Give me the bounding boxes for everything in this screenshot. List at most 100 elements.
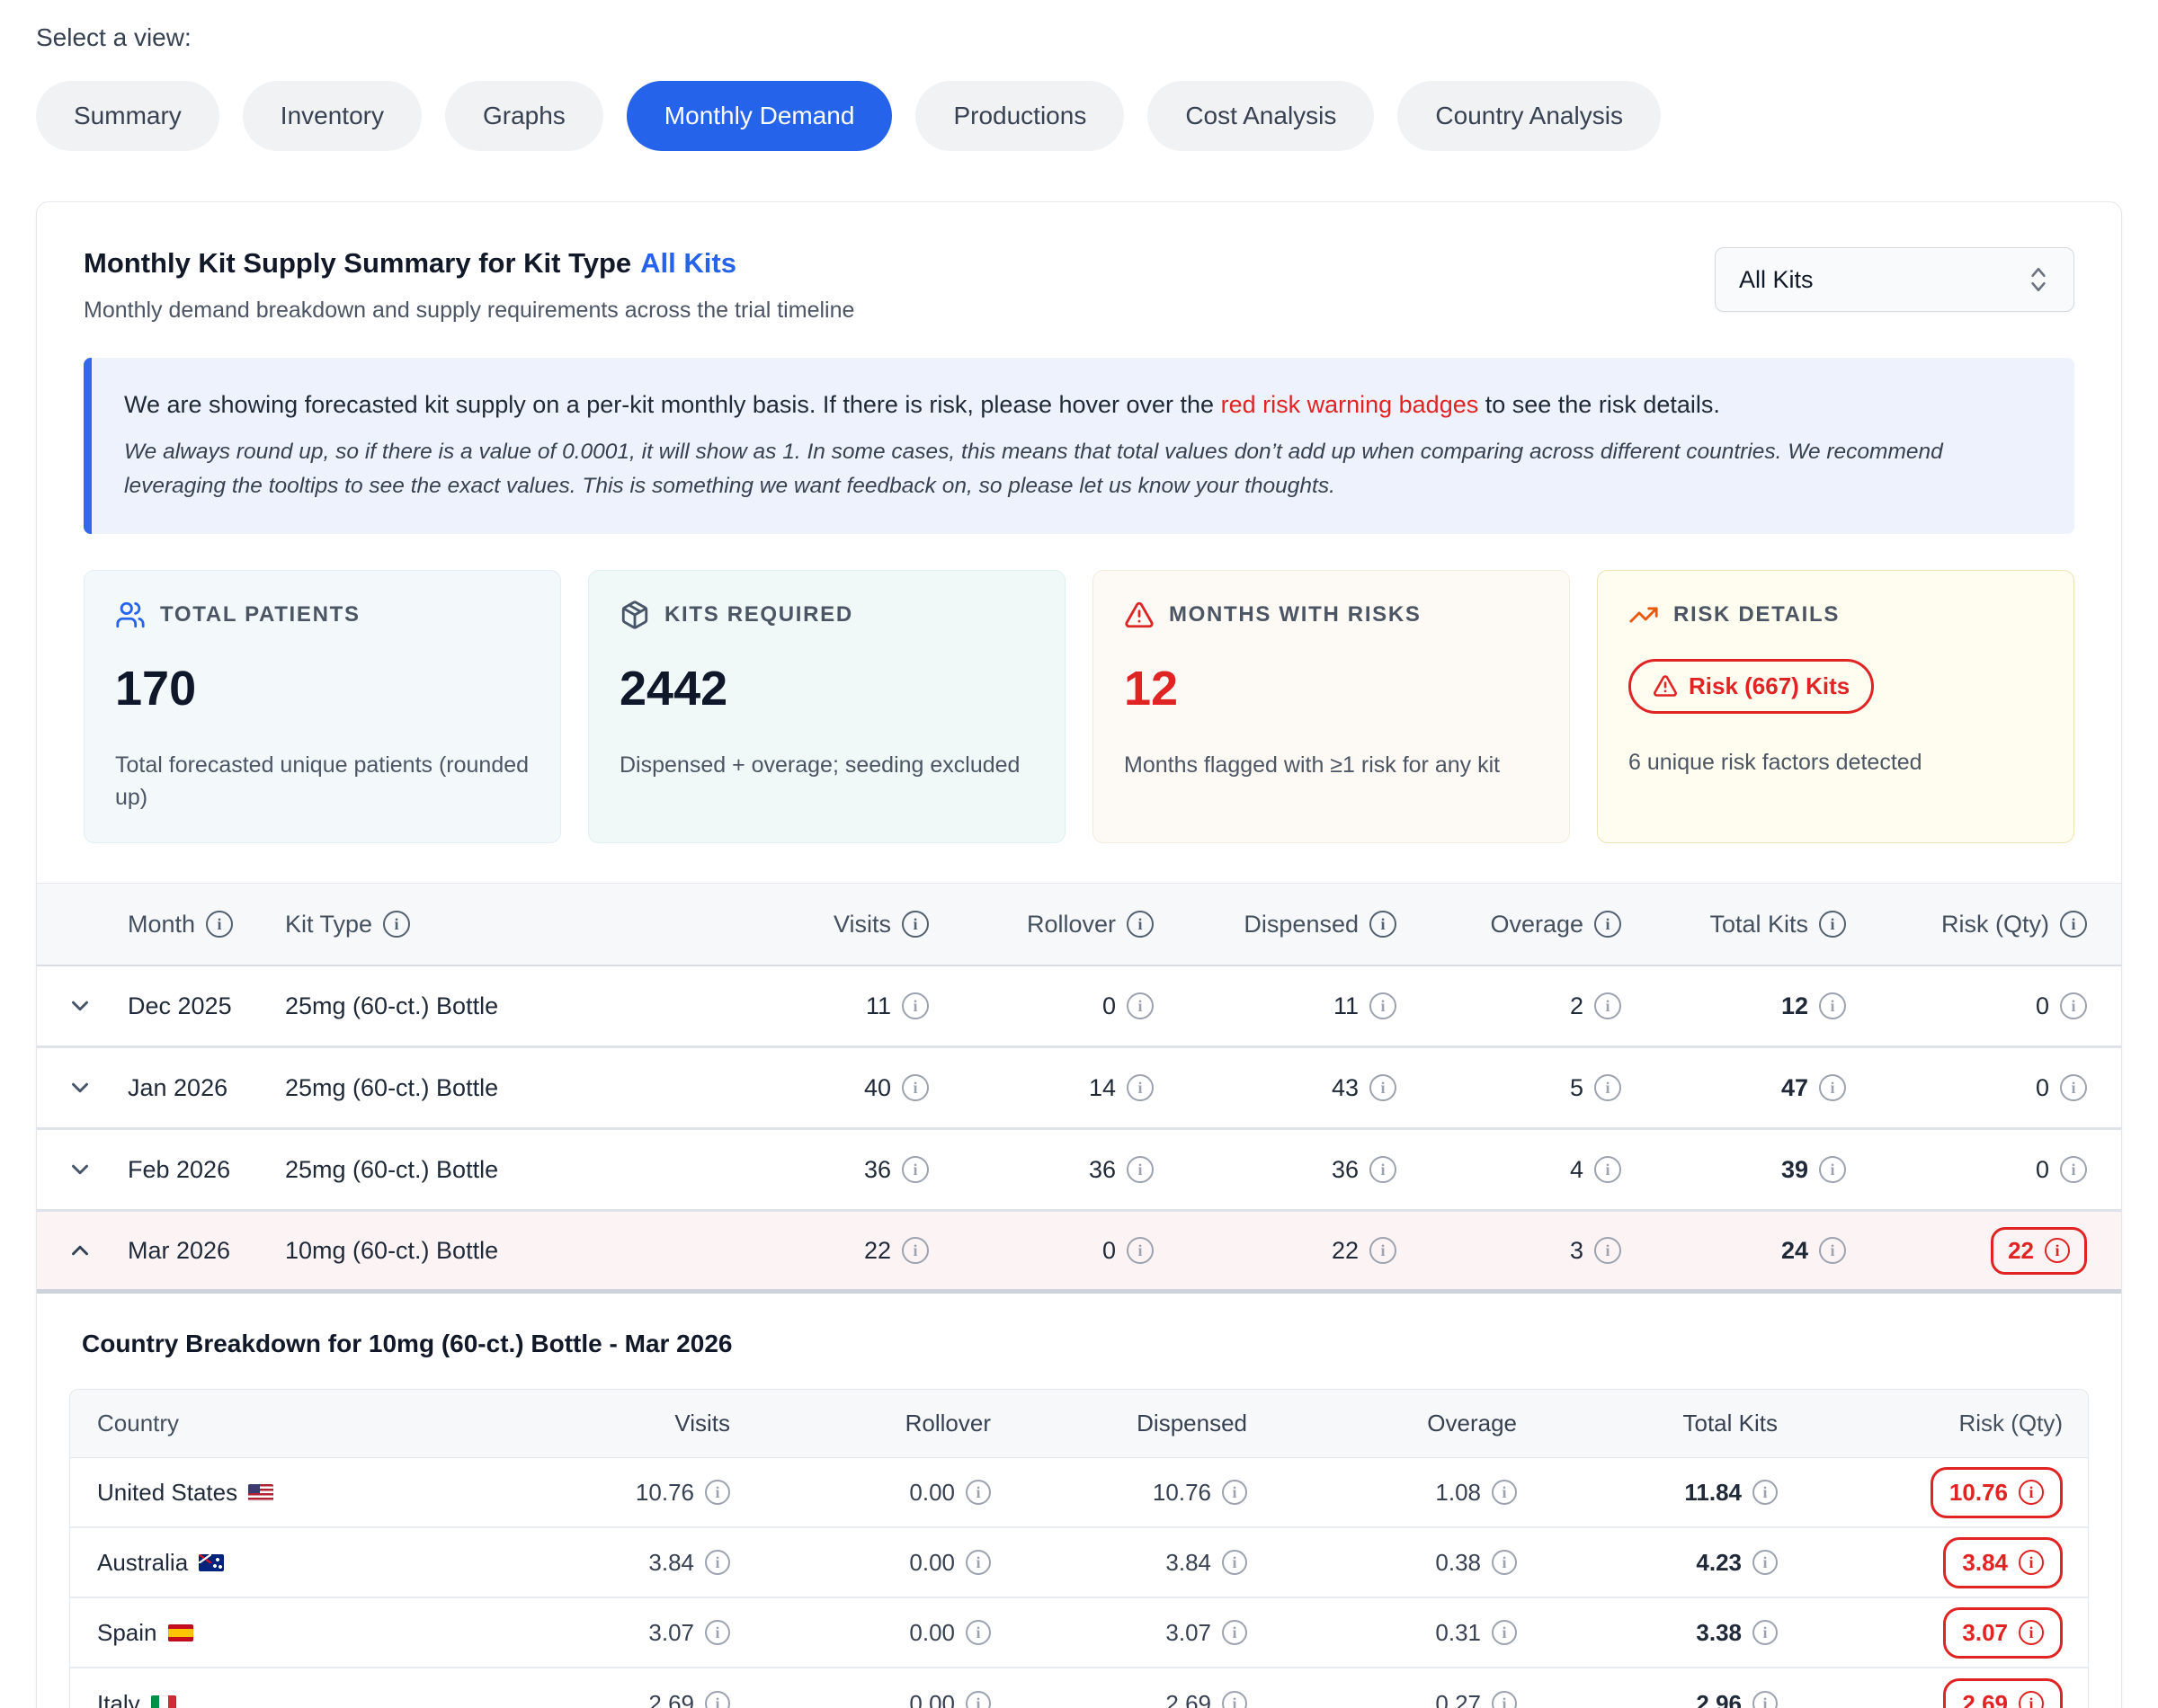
monthly-demand-card: Monthly Kit Supply Summary for Kit TypeA… bbox=[36, 201, 2122, 1708]
info-icon[interactable] bbox=[705, 1691, 730, 1708]
chevron-down-icon[interactable] bbox=[67, 1156, 94, 1183]
tab-productions[interactable]: Productions bbox=[915, 81, 1124, 151]
table-row-feb-2026[interactable]: Feb 2026 25mg (60-ct.) Bottle 36 36 36 4… bbox=[37, 1130, 2121, 1212]
info-icon[interactable] bbox=[1819, 1156, 1846, 1183]
info-icon[interactable] bbox=[966, 1480, 991, 1505]
dispensed-cell: 11 bbox=[1333, 992, 1359, 1020]
info-icon[interactable] bbox=[902, 1237, 929, 1264]
visits-cell: 10.76 bbox=[636, 1479, 694, 1507]
info-icon[interactable] bbox=[1127, 1156, 1154, 1183]
table-row-dec-2025[interactable]: Dec 2025 25mg (60-ct.) Bottle 11 0 11 2 … bbox=[37, 966, 2121, 1048]
tab-country-analysis[interactable]: Country Analysis bbox=[1397, 81, 1661, 151]
info-icon bbox=[2019, 1620, 2044, 1645]
risk-warning-badge[interactable]: 10.76 bbox=[1931, 1467, 2063, 1518]
country-table-header: Country Visits Rollover Dispensed Overag… bbox=[70, 1390, 2088, 1458]
risk-cell: 0 bbox=[2036, 992, 2049, 1020]
country-row-australia: Australia 3.84 0.00 3.84 0.38 4.23 3.84 bbox=[70, 1528, 2088, 1598]
info-icon[interactable] bbox=[1369, 1156, 1396, 1183]
info-icon[interactable] bbox=[1594, 1074, 1621, 1101]
info-icon[interactable] bbox=[1222, 1550, 1247, 1575]
info-icon[interactable] bbox=[2060, 992, 2087, 1019]
info-icon[interactable] bbox=[1222, 1620, 1247, 1645]
tab-inventory[interactable]: Inventory bbox=[243, 81, 422, 151]
chevron-up-icon[interactable] bbox=[67, 1237, 94, 1264]
total-kits-cell: 4.23 bbox=[1696, 1549, 1742, 1577]
info-icon[interactable] bbox=[705, 1480, 730, 1505]
col-overage: Overage bbox=[1490, 911, 1583, 939]
info-icon[interactable] bbox=[1369, 1074, 1396, 1101]
info-icon[interactable] bbox=[1369, 1237, 1396, 1264]
info-icon[interactable] bbox=[1819, 1074, 1846, 1101]
kit-type-select[interactable]: All Kits bbox=[1715, 247, 2074, 312]
info-icon[interactable] bbox=[2060, 1074, 2087, 1101]
table-row-mar-2026[interactable]: Mar 2026 10mg (60-ct.) Bottle 22 0 22 3 … bbox=[37, 1212, 2121, 1294]
risk-warning-badge[interactable]: 22 bbox=[1991, 1227, 2087, 1275]
alert-triangle-icon bbox=[1653, 673, 1678, 698]
col-visits: Visits bbox=[674, 1410, 730, 1437]
info-icon[interactable] bbox=[902, 992, 929, 1019]
info-icon[interactable] bbox=[1752, 1480, 1778, 1505]
col-month: Month bbox=[128, 911, 195, 939]
info-icon[interactable] bbox=[966, 1550, 991, 1575]
risk-warning-badge[interactable]: 3.07 bbox=[1943, 1607, 2063, 1659]
stat-desc: Total forecasted unique patients (rounde… bbox=[115, 749, 530, 814]
info-icon[interactable] bbox=[1594, 911, 1621, 938]
stat-desc: 6 unique risk factors detected bbox=[1628, 746, 2043, 778]
info-icon[interactable] bbox=[383, 911, 410, 938]
tab-summary[interactable]: Summary bbox=[36, 81, 219, 151]
info-icon[interactable] bbox=[1369, 992, 1396, 1019]
risk-warning-badge[interactable]: 2.69 bbox=[1943, 1678, 2063, 1708]
chevron-down-icon[interactable] bbox=[67, 1074, 94, 1101]
info-icon[interactable] bbox=[1819, 992, 1846, 1019]
info-icon[interactable] bbox=[1594, 992, 1621, 1019]
col-overage: Overage bbox=[1427, 1410, 1517, 1437]
info-icon bbox=[2019, 1691, 2044, 1708]
info-icon[interactable] bbox=[705, 1620, 730, 1645]
risk-total-badge[interactable]: Risk (667) Kits bbox=[1628, 659, 1874, 714]
australia-flag-icon bbox=[199, 1554, 224, 1571]
info-icon[interactable] bbox=[1222, 1480, 1247, 1505]
table-row-jan-2026[interactable]: Jan 2026 25mg (60-ct.) Bottle 40 14 43 5… bbox=[37, 1048, 2121, 1130]
info-icon[interactable] bbox=[1222, 1691, 1247, 1708]
rollover-cell: 36 bbox=[1089, 1156, 1116, 1184]
info-icon[interactable] bbox=[1752, 1691, 1778, 1708]
info-icon[interactable] bbox=[1819, 911, 1846, 938]
info-icon[interactable] bbox=[1369, 911, 1396, 938]
info-icon[interactable] bbox=[705, 1550, 730, 1575]
info-icon[interactable] bbox=[1127, 1074, 1154, 1101]
info-icon[interactable] bbox=[1127, 911, 1154, 938]
info-icon[interactable] bbox=[902, 1156, 929, 1183]
kit-type-select-value: All Kits bbox=[1739, 266, 1814, 294]
info-icon[interactable] bbox=[966, 1691, 991, 1708]
rollover-cell: 0 bbox=[1102, 992, 1116, 1020]
demand-table-header: Month Kit Type Visits Rollover Dispensed… bbox=[37, 884, 2121, 966]
info-icon[interactable] bbox=[1752, 1550, 1778, 1575]
tab-cost-analysis[interactable]: Cost Analysis bbox=[1147, 81, 1374, 151]
info-icon[interactable] bbox=[2060, 1156, 2087, 1183]
info-icon[interactable] bbox=[206, 911, 233, 938]
info-icon[interactable] bbox=[1594, 1237, 1621, 1264]
total-kits-cell: 2.96 bbox=[1696, 1690, 1742, 1708]
kit-type-cell: 25mg (60-ct.) Bottle bbox=[285, 992, 498, 1020]
risk-warning-badge[interactable]: 3.84 bbox=[1943, 1537, 2063, 1588]
info-icon[interactable] bbox=[902, 911, 929, 938]
info-icon[interactable] bbox=[1127, 992, 1154, 1019]
info-icon[interactable] bbox=[1492, 1691, 1517, 1708]
tab-graphs[interactable]: Graphs bbox=[445, 81, 603, 151]
info-icon[interactable] bbox=[1127, 1237, 1154, 1264]
info-icon[interactable] bbox=[966, 1620, 991, 1645]
kit-type-cell: 10mg (60-ct.) Bottle bbox=[285, 1237, 498, 1265]
country-cell: Australia bbox=[97, 1549, 188, 1577]
info-icon[interactable] bbox=[2060, 911, 2087, 938]
info-icon[interactable] bbox=[1594, 1156, 1621, 1183]
info-icon[interactable] bbox=[1492, 1480, 1517, 1505]
chevron-down-icon[interactable] bbox=[67, 992, 94, 1019]
info-icon[interactable] bbox=[1819, 1237, 1846, 1264]
overage-cell: 3 bbox=[1570, 1237, 1583, 1265]
tab-monthly-demand[interactable]: Monthly Demand bbox=[627, 81, 893, 151]
info-icon[interactable] bbox=[1492, 1550, 1517, 1575]
stat-label: KITS REQUIRED bbox=[664, 602, 853, 627]
info-icon[interactable] bbox=[1752, 1620, 1778, 1645]
info-icon[interactable] bbox=[1492, 1620, 1517, 1645]
info-icon[interactable] bbox=[902, 1074, 929, 1101]
